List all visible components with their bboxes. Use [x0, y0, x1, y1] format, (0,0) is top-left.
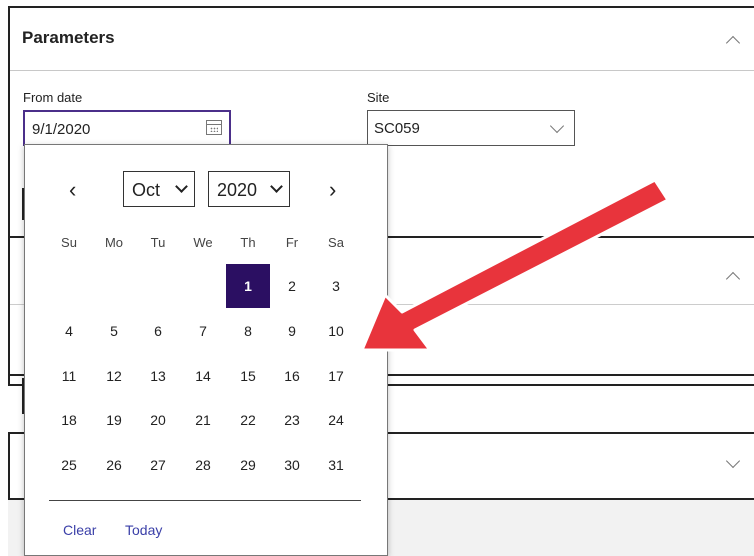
- annotation-arrow-icon: [360, 178, 670, 352]
